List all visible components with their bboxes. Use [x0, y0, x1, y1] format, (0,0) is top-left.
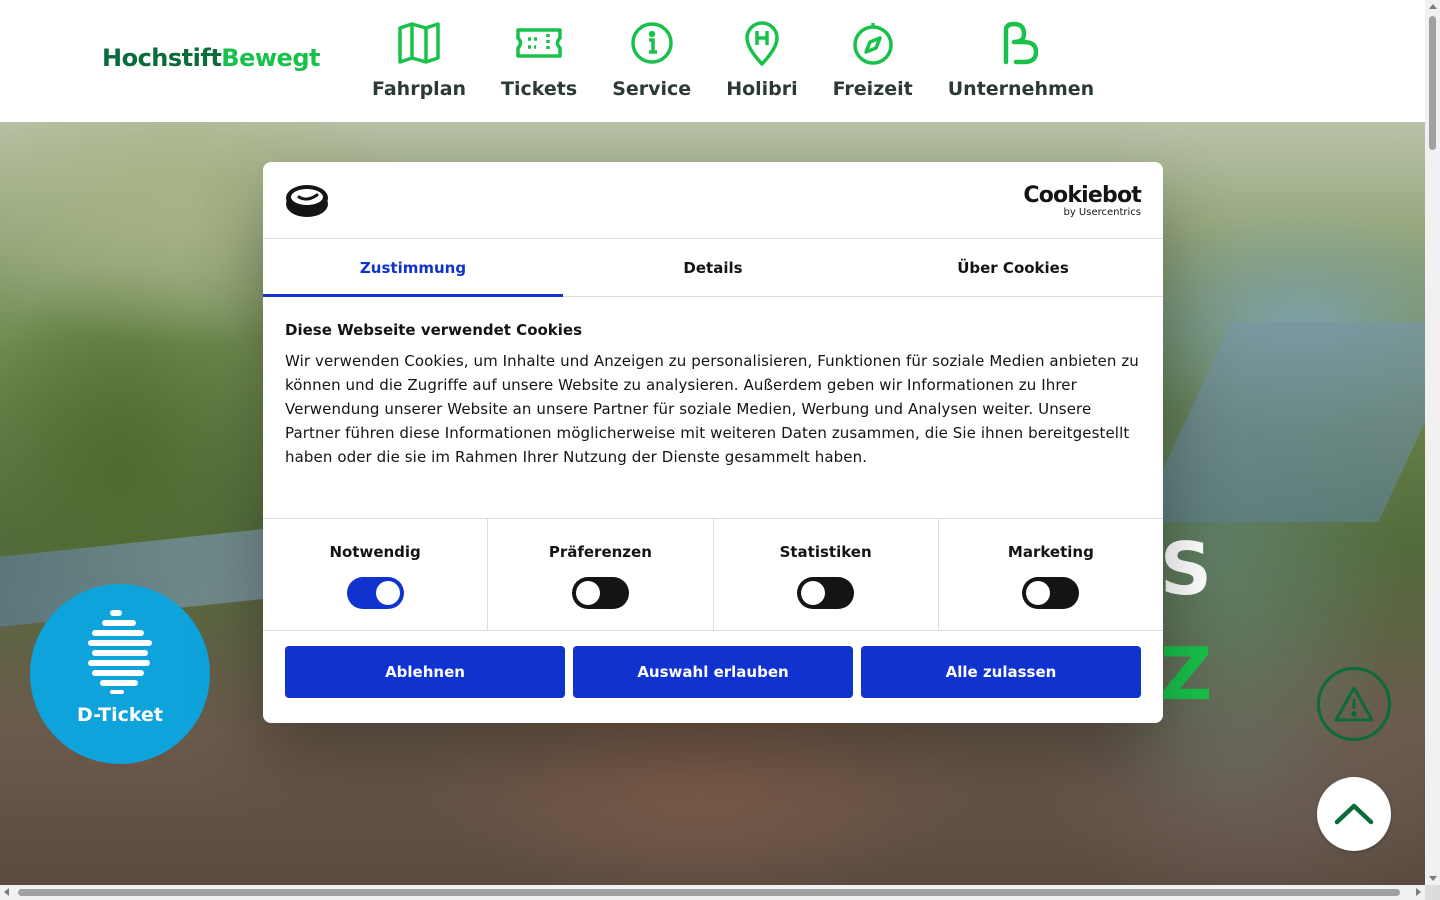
- toggle-knob: [375, 581, 400, 605]
- category-label: Präferenzen: [548, 543, 652, 561]
- main-nav: Fahrplan Tickets Service Holibri Freizei…: [372, 20, 1129, 100]
- scrollbar-corner: [1425, 885, 1440, 900]
- info-icon: [630, 22, 673, 64]
- nav-item-service[interactable]: Service: [612, 20, 691, 100]
- toggle-praeferenzen[interactable]: [571, 577, 629, 609]
- toggle-knob: [1026, 581, 1051, 605]
- nav-label: Freizeit: [832, 78, 913, 100]
- nav-item-fahrplan[interactable]: Fahrplan: [372, 20, 466, 100]
- hero-river-right: [1138, 322, 1425, 522]
- scroll-to-top-button[interactable]: [1317, 777, 1391, 851]
- category-notwendig: Notwendig: [263, 519, 489, 630]
- dialog-tabs: Zustimmung Details Über Cookies: [263, 239, 1163, 297]
- hero-headline-fragment: S: [1160, 527, 1212, 611]
- toggle-notwendig[interactable]: [346, 577, 404, 609]
- nav-item-holibri[interactable]: Holibri: [726, 20, 798, 100]
- d-ticket-logo-icon: [88, 610, 152, 694]
- dialog-header: Cookiebot by Usercentrics: [263, 162, 1163, 239]
- vertical-scrollbar[interactable]: [1425, 0, 1440, 885]
- scroll-right-arrow-icon[interactable]: [1416, 888, 1421, 896]
- toggle-statistiken[interactable]: [797, 577, 855, 609]
- decline-button[interactable]: Ablehnen: [285, 646, 565, 698]
- dialog-description: Wir verwenden Cookies, um Inhalte und An…: [285, 352, 1139, 466]
- cookie-consent-dialog: Cookiebot by Usercentrics Zustimmung Det…: [263, 162, 1163, 723]
- horizontal-scroll-thumb[interactable]: [18, 889, 1400, 896]
- cookie-logo-icon: [286, 185, 328, 217]
- nav-label: Fahrplan: [372, 78, 467, 100]
- nav-item-tickets[interactable]: Tickets: [501, 20, 577, 100]
- tab-ueber-cookies[interactable]: Über Cookies: [863, 239, 1163, 296]
- nav-label: Holibri: [726, 78, 798, 100]
- chevron-up-icon: [1334, 803, 1374, 825]
- site-logo[interactable]: HochstiftBewegt: [102, 44, 320, 72]
- dialog-body: Diese Webseite verwendet Cookies Wir ver…: [263, 297, 1163, 518]
- toggle-knob: [575, 581, 600, 605]
- dialog-actions: Ablehnen Auswahl erlauben Alle zulassen: [263, 631, 1163, 713]
- allow-selection-button[interactable]: Auswahl erlauben: [573, 646, 853, 698]
- scroll-down-arrow-icon[interactable]: [1429, 876, 1437, 881]
- tab-zustimmung[interactable]: Zustimmung: [263, 239, 563, 297]
- d-ticket-button[interactable]: D-Ticket: [30, 584, 210, 764]
- tab-details[interactable]: Details: [563, 239, 863, 296]
- category-praeferenzen: Präferenzen: [488, 519, 714, 630]
- toggle-knob: [801, 581, 826, 605]
- category-label: Marketing: [1007, 543, 1094, 561]
- d-ticket-label: D-Ticket: [76, 704, 164, 726]
- nav-label: Service: [612, 78, 692, 100]
- ticket-icon: [516, 28, 562, 58]
- category-marketing: Marketing: [939, 519, 1163, 630]
- allow-all-button[interactable]: Alle zulassen: [861, 646, 1141, 698]
- nav-label: Unternehmen: [947, 78, 1095, 100]
- vertical-scroll-thumb[interactable]: [1429, 16, 1436, 150]
- location-pin-icon: [745, 21, 779, 66]
- warning-icon: [1334, 686, 1374, 722]
- hero-headline-fragment-accent: Z: [1160, 632, 1213, 716]
- scroll-up-arrow-icon[interactable]: [1429, 4, 1437, 9]
- category-label: Statistiken: [779, 543, 872, 561]
- nav-item-unternehmen[interactable]: Unternehmen: [948, 20, 1094, 100]
- brand-b-icon: [1003, 21, 1039, 65]
- compass-icon: [852, 23, 893, 65]
- toggle-marketing[interactable]: [1022, 577, 1080, 609]
- nav-label: Tickets: [501, 78, 578, 100]
- cookiebot-logo-text: Cookiebot: [1023, 183, 1141, 208]
- alert-button[interactable]: [1317, 667, 1391, 741]
- category-statistiken: Statistiken: [714, 519, 939, 630]
- site-header: HochstiftBewegt Fahrplan Tickets Service…: [0, 0, 1425, 122]
- map-icon: [398, 22, 440, 64]
- nav-item-freizeit[interactable]: Freizeit: [833, 20, 913, 100]
- dialog-heading: Diese Webseite verwendet Cookies: [285, 321, 583, 339]
- horizontal-scrollbar[interactable]: [0, 885, 1425, 900]
- scroll-left-arrow-icon[interactable]: [4, 888, 9, 896]
- cookiebot-brand[interactable]: Cookiebot by Usercentrics: [1023, 184, 1141, 218]
- cookie-categories: Notwendig Präferenzen Statistiken Market…: [263, 518, 1163, 631]
- logo-text-hochstift: Hochstift: [102, 44, 222, 72]
- cookiebot-byline: by Usercentrics: [1063, 207, 1141, 218]
- logo-text-bewegt: Bewegt: [221, 44, 320, 72]
- category-label: Notwendig: [329, 543, 421, 561]
